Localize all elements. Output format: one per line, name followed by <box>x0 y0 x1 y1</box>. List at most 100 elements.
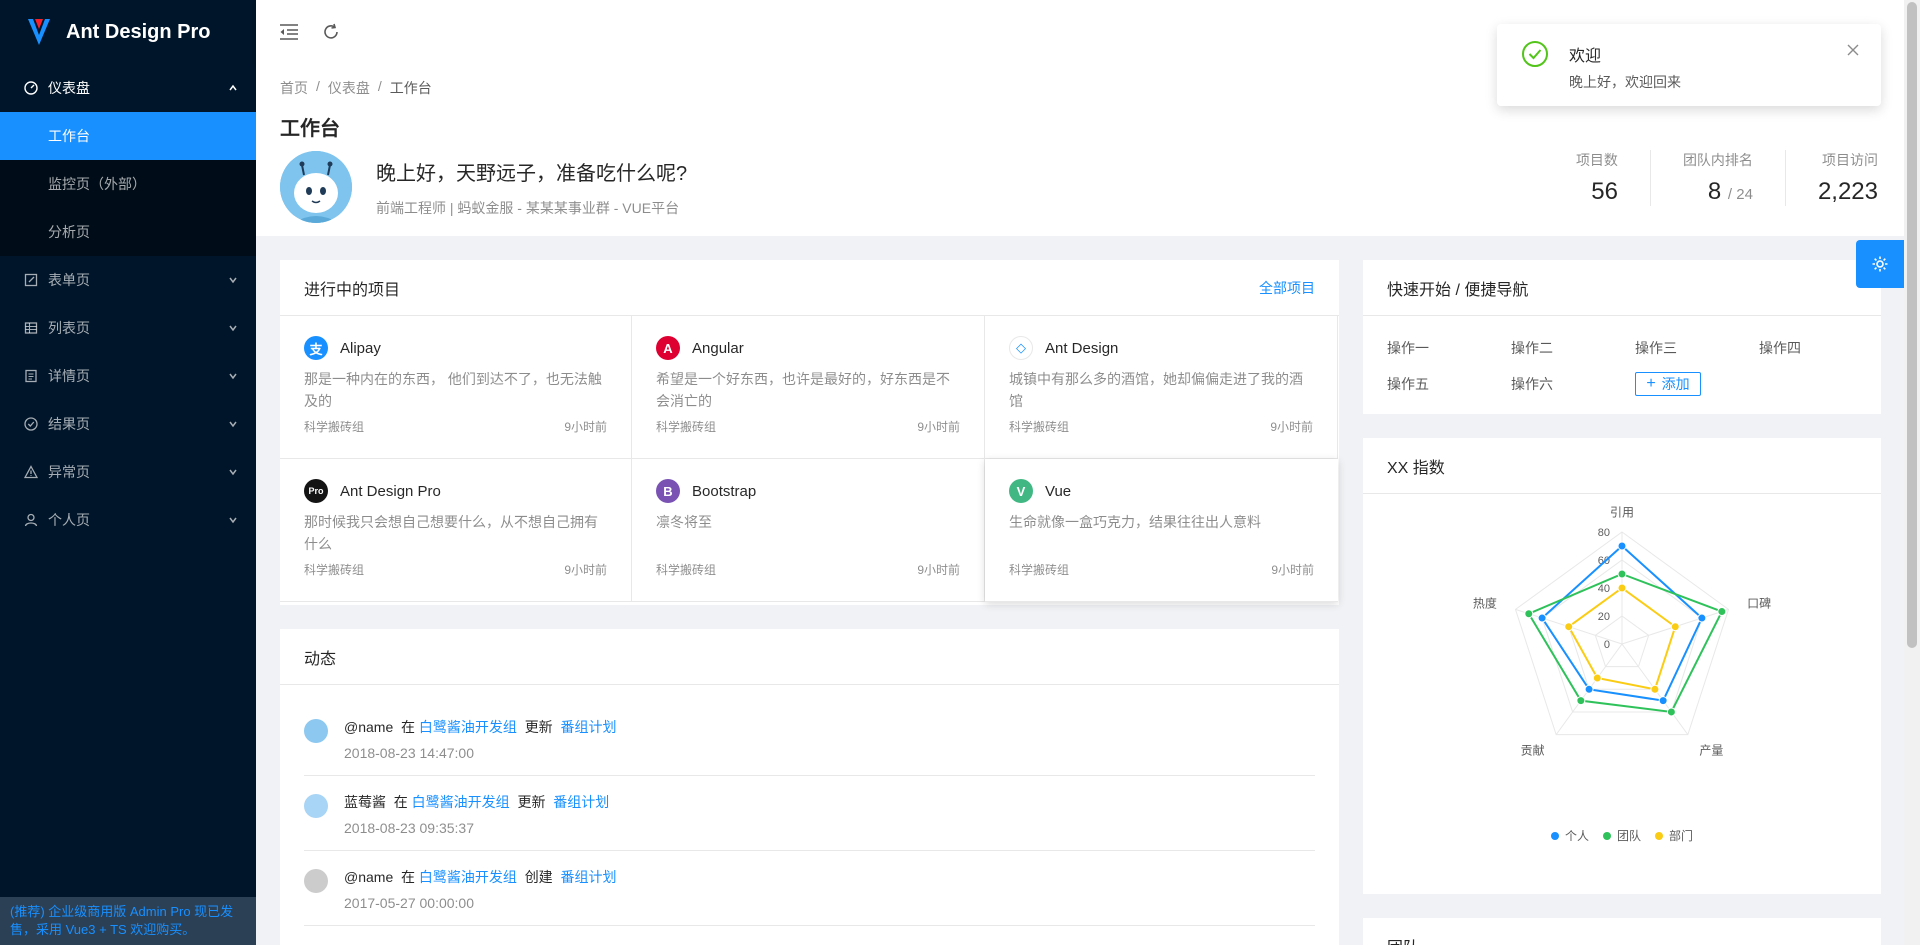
gear-icon <box>1872 256 1888 272</box>
chevron-down-icon <box>229 469 237 476</box>
activity-user: @name <box>344 719 394 735</box>
sidebar-item-account[interactable]: 个人页 <box>0 496 256 544</box>
project-card[interactable]: Pro Ant Design Pro 那时候我只会想自己想要什么，从不想自己拥有什么… <box>280 459 632 602</box>
notification-title: 欢迎 <box>1569 48 1602 65</box>
avatar[interactable] <box>304 719 328 743</box>
sidebar-item-label: 监控页（外部） <box>48 176 146 192</box>
project-card[interactable]: A Angular 希望是一个好东西，也许是最好的，好东西是不会消亡的 科学搬砖组 9小… <box>632 316 985 459</box>
activity-time: 2018-08-23 14:47:00 <box>344 745 474 761</box>
sidebar-item-list[interactable]: 列表页 <box>0 304 256 352</box>
quick-link[interactable]: 操作三 <box>1635 336 1759 360</box>
project-group[interactable]: 科学搬砖组 <box>1009 418 1069 435</box>
promo-banner[interactable]: (推荐) 企业级商用版 Admin Pro 现已发售，采用 Vue3 + TS … <box>0 897 256 945</box>
close-icon[interactable] <box>1847 44 1859 56</box>
page-title: 工作台 <box>280 118 340 140</box>
card-title: 进行中的项目 <box>304 281 401 299</box>
avatar[interactable] <box>280 151 352 223</box>
sidebar-item-result[interactable]: 结果页 <box>0 400 256 448</box>
avatar[interactable] <box>304 869 328 893</box>
chevron-down-icon <box>229 373 237 380</box>
project-card[interactable]: ◇ Ant Design 城镇中有那么多的酒馆，她却偏偏走进了我的酒馆 科学搬砖组 9小… <box>985 316 1338 459</box>
sidebar-item-monitor[interactable]: 监控页（外部） <box>0 160 256 208</box>
reload-icon[interactable] <box>320 21 342 43</box>
activity-project-link[interactable]: 番组计划 <box>560 869 616 885</box>
activity-item: 蓝莓酱 在 白鹭酱油开发组 更新 番组计划 2018-08-23 09:35:37 <box>304 776 1315 851</box>
project-footer: 科学搬砖组 9小时前 <box>656 418 960 435</box>
project-title[interactable]: Ant Design Pro <box>340 483 441 500</box>
activity-group-link[interactable]: 白鹭酱油开发组 <box>419 719 517 735</box>
project-title[interactable]: Vue <box>1045 483 1071 500</box>
activity-project-link[interactable]: 番组计划 <box>560 719 616 735</box>
project-title[interactable]: Bootstrap <box>692 483 756 500</box>
dashboard-icon <box>24 81 38 95</box>
project-group[interactable]: 科学搬砖组 <box>656 418 716 435</box>
avatar[interactable] <box>304 794 328 818</box>
breadcrumb-dashboard[interactable]: 仪表盘 <box>328 78 370 98</box>
user-icon <box>24 513 38 527</box>
avatar-cartoon-icon <box>280 151 352 223</box>
project-card[interactable]: B Bootstrap 凛冬将至 科学搬砖组 9小时前 <box>632 459 985 602</box>
stat-value: 8 / 24 <box>1683 178 1753 206</box>
breadcrumb-home[interactable]: 首页 <box>280 78 308 98</box>
project-card[interactable]: V Vue 生命就像一盒巧克力，结果往往出人意料 科学搬砖组 9小时前 <box>985 459 1338 602</box>
settings-drawer-button[interactable] <box>1856 240 1904 288</box>
quick-link[interactable]: 操作一 <box>1387 336 1511 360</box>
quick-link[interactable]: 操作二 <box>1511 336 1635 360</box>
activity-group-link[interactable]: 白鹭酱油开发组 <box>412 794 510 810</box>
project-group[interactable]: 科学搬砖组 <box>1009 561 1069 578</box>
add-link-button[interactable]: + 添加 <box>1635 372 1701 396</box>
card-header: XX 指数 <box>1363 438 1881 494</box>
menu-fold-icon[interactable] <box>278 21 300 43</box>
activity-action: 更新 <box>517 794 546 810</box>
table-icon <box>24 321 38 335</box>
project-group[interactable]: 科学搬砖组 <box>304 418 364 435</box>
sidebar-item-form[interactable]: 表单页 <box>0 256 256 304</box>
chevron-down-icon <box>229 325 237 332</box>
scrollbar-thumb[interactable] <box>1907 2 1917 648</box>
activity-project-link[interactable]: 番组计划 <box>553 794 609 810</box>
quick-link[interactable]: 操作四 <box>1759 336 1883 360</box>
stat-suffix: / 24 <box>1727 186 1753 203</box>
sidebar-item-dashboard[interactable]: 仪表盘 <box>0 64 256 112</box>
radar-axis-label: 口碑 <box>1747 595 1771 610</box>
project-logo-icon: Pro <box>304 479 328 503</box>
project-group[interactable]: 科学搬砖组 <box>656 561 716 578</box>
radar-axis-label: 引用 <box>1610 505 1634 519</box>
sidebar-item-exception[interactable]: 异常页 <box>0 448 256 496</box>
sidebar-item-analysis[interactable]: 分析页 <box>0 208 256 256</box>
all-projects-link[interactable]: 全部项目 <box>1259 278 1315 298</box>
legend-item[interactable]: 个人 <box>1550 827 1589 844</box>
sidebar-item-profile[interactable]: 详情页 <box>0 352 256 400</box>
activity-item: @name 在 白鹭酱油开发组 更新 番组计划 2018-08-23 14:47:… <box>304 701 1315 776</box>
project-desc: 凛冬将至 <box>656 514 712 530</box>
quick-link[interactable]: 操作五 <box>1387 372 1511 396</box>
radar-data-point <box>1670 622 1680 632</box>
radar-data-point <box>1617 541 1627 551</box>
project-title[interactable]: Angular <box>692 340 744 357</box>
stat-team-rank: 团队内排名 8 / 24 <box>1649 150 1785 206</box>
radar-data-point <box>1524 609 1534 619</box>
legend-item[interactable]: 部门 <box>1655 827 1693 844</box>
legend-item[interactable]: 团队 <box>1602 827 1641 844</box>
radar-tick-label: 0 <box>1604 639 1610 651</box>
project-header: V Vue <box>1009 479 1314 503</box>
card-header: 动态 <box>280 629 1339 685</box>
logo[interactable]: Ant Design Pro <box>0 0 256 64</box>
project-header: Pro Ant Design Pro <box>304 479 607 503</box>
sidebar-item-workplace[interactable]: 工作台 <box>0 112 256 160</box>
activity-group-link[interactable]: 白鹭酱油开发组 <box>419 869 517 885</box>
quick-link[interactable]: 操作六 <box>1511 372 1635 396</box>
stat-label: 项目数 <box>1575 152 1618 168</box>
ant-logo-icon <box>28 19 50 45</box>
project-title[interactable]: Ant Design <box>1045 340 1118 357</box>
legend-dot <box>1602 831 1611 840</box>
project-desc: 城镇中有那么多的酒馆，她却偏偏走进了我的酒馆 <box>1009 371 1303 409</box>
project-card[interactable]: 支 Alipay 那是一种内在的东西， 他们到达不了，也无法触及的 科学搬砖组 9小时前 <box>280 316 632 459</box>
profile-icon <box>24 369 38 383</box>
project-group[interactable]: 科学搬砖组 <box>304 561 364 578</box>
scrollbar[interactable] <box>1904 0 1920 945</box>
project-logo-icon: V <box>1009 479 1033 503</box>
project-title[interactable]: Alipay <box>340 340 381 357</box>
project-desc: 生命就像一盒巧克力，结果往往出人意料 <box>1009 514 1261 530</box>
project-logo-icon: A <box>656 336 680 360</box>
